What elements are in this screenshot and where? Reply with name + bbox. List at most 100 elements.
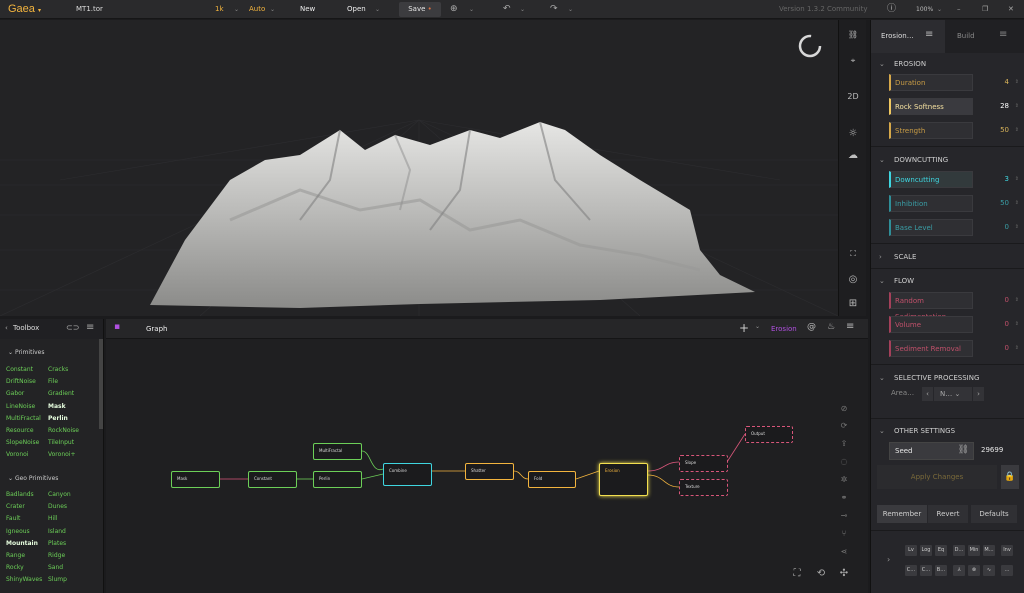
toolbox-item[interactable]: TileInput — [48, 439, 74, 446]
disable-icon[interactable]: ⊘ — [838, 403, 850, 415]
flame-icon[interactable]: ♨ — [827, 322, 835, 332]
add-node-icon[interactable]: + — [739, 321, 749, 335]
param-base-level[interactable]: Base Level 0 ⇕ — [889, 219, 1024, 237]
toolbox-item[interactable]: Constant — [6, 366, 33, 373]
chevron-down-icon[interactable]: ⌄ — [755, 323, 760, 330]
collapse-icon[interactable]: ‹ — [5, 324, 8, 332]
sun-icon[interactable]: ☼ — [844, 125, 862, 143]
section-downcutting[interactable]: ⌄ DOWNCUTTING — [871, 153, 1024, 167]
toolbox-item[interactable]: Fault — [6, 515, 20, 522]
settings-icon[interactable]: ✲ — [838, 474, 850, 486]
chevron-down-icon[interactable]: ⌄ — [270, 0, 275, 19]
open-button[interactable]: Open — [347, 0, 366, 19]
param-inhibition[interactable]: Inhibition 50 ⇕ — [889, 195, 1024, 213]
zoom-level[interactable]: 100% — [916, 0, 933, 19]
seed-field[interactable]: Seed ⛓ — [889, 442, 974, 460]
compass-icon[interactable]: ◎ — [844, 271, 862, 289]
toolbox-item[interactable]: LineNoise — [6, 403, 35, 410]
c2-button[interactable]: C… — [920, 565, 932, 576]
toolbox-item[interactable]: Crater — [6, 503, 25, 510]
app-logo[interactable]: Gaea ▾ — [8, 0, 41, 19]
geo-primitives-header[interactable]: ⌄ Geo Primitives — [8, 475, 58, 482]
save-button[interactable]: Save • — [399, 2, 441, 17]
param-duration[interactable]: Duration 4 ⇕ — [889, 74, 1024, 92]
toggle-icon[interactable]: ⊂⊃ — [66, 323, 79, 332]
area-select[interactable]: N… ⌄ — [934, 387, 972, 401]
toolbox-item[interactable]: File — [48, 378, 58, 385]
toolbox-item[interactable]: Voronoi — [6, 451, 28, 458]
refresh-icon[interactable]: ⟳ — [838, 420, 850, 432]
inv-button[interactable]: Inv — [1001, 545, 1013, 556]
menu-icon[interactable]: ≡ — [999, 29, 1007, 40]
node-output[interactable]: Output — [745, 426, 793, 443]
remember-button[interactable]: Remember — [877, 505, 927, 523]
toolbox-item[interactable]: Canyon — [48, 491, 71, 498]
sync-icon[interactable]: ⟲ — [815, 568, 827, 580]
param-volume[interactable]: Volume 0 ⇕ — [889, 316, 1024, 334]
toolbox-item[interactable]: Badlands — [6, 491, 34, 498]
redo-icon[interactable]: ↷ — [550, 0, 558, 19]
link-icon[interactable]: ⛓ — [844, 26, 862, 44]
b-button[interactable]: B… — [935, 565, 947, 576]
chevron-down-icon[interactable]: ⌄ — [234, 0, 239, 19]
export-icon[interactable]: ⇪ — [838, 438, 850, 450]
toolbox-item[interactable]: Cracks — [48, 366, 68, 373]
new-button[interactable]: New — [300, 0, 315, 19]
log-button[interactable]: Log — [920, 545, 932, 556]
curve-button[interactable]: ⅄ — [953, 565, 965, 576]
active-node-label[interactable]: Erosion — [771, 325, 797, 333]
toolbox-item[interactable]: Island — [48, 528, 66, 535]
toolbox-item[interactable]: Plates — [48, 540, 66, 547]
tab-build[interactable]: Build — [957, 32, 975, 40]
node-combine[interactable]: Combine — [383, 463, 432, 486]
tab-graph[interactable]: Graph — [146, 325, 167, 333]
link-icon[interactable]: ⛓ — [958, 445, 969, 455]
menu-icon[interactable]: ≡ — [846, 321, 854, 332]
toolbox-item[interactable]: Dunes — [48, 503, 67, 510]
menu-icon[interactable]: ≡ — [86, 322, 94, 333]
link-icon[interactable]: ⚭ — [838, 492, 850, 504]
param-rock-softness[interactable]: Rock Softness 28 ⇕ — [889, 98, 1024, 116]
primitives-header[interactable]: ⌄ Primitives — [8, 349, 44, 356]
resolution-select[interactable]: 1k — [215, 0, 224, 19]
close-icon[interactable]: ✕ — [1008, 0, 1014, 19]
toolbox-item[interactable]: SlopeNoise — [6, 439, 39, 446]
chevron-down-icon[interactable]: ⌄ — [520, 0, 525, 19]
toolbox-item[interactable]: Gabor — [6, 390, 24, 397]
node-mask[interactable]: Mask — [171, 471, 220, 488]
toolbox-item[interactable]: Rocky — [6, 564, 24, 571]
add-icon[interactable]: ⊕ — [450, 0, 458, 19]
toolbox-item[interactable]: Mask — [48, 403, 66, 410]
c1-button[interactable]: C… — [905, 565, 917, 576]
seed-value[interactable]: 29699 — [981, 446, 1003, 454]
toolbox-item[interactable]: DriftNoise — [6, 378, 36, 385]
chevron-down-icon[interactable]: ⌄ — [469, 0, 474, 19]
section-selective-processing[interactable]: ⌄ SELECTIVE PROCESSING — [871, 371, 1024, 385]
pin-icon[interactable]: ⌖ — [844, 52, 862, 70]
mix-button[interactable]: ⊗ — [968, 565, 980, 576]
toolbox-item[interactable]: Range — [6, 552, 25, 559]
scrollbar[interactable] — [99, 339, 103, 429]
chevron-down-icon[interactable]: ⌄ — [568, 0, 573, 19]
at-icon[interactable]: @ — [807, 322, 816, 332]
tab-erosion[interactable]: Erosion… ≡ — [871, 20, 945, 53]
node-shatter[interactable]: Shatter — [465, 463, 514, 480]
param-sediment-removal[interactable]: Sediment Removal 0 ⇕ — [889, 340, 1024, 358]
node-erosion[interactable]: Erosion — [599, 463, 648, 496]
chevron-down-icon[interactable]: ⌄ — [937, 0, 942, 19]
section-erosion[interactable]: ⌄ EROSION — [871, 57, 1024, 71]
toolbox-item[interactable]: Sand — [48, 564, 63, 571]
toolbox-item[interactable]: Hill — [48, 515, 58, 522]
param-random-sedimentation[interactable]: Random Sedimentation0⇕ — [889, 292, 1024, 321]
more-button[interactable]: … — [1001, 565, 1013, 576]
fit-view-icon[interactable]: ⛶ — [791, 568, 803, 580]
view-2d-button[interactable]: 2D — [844, 88, 862, 106]
toolbox-item[interactable]: Perlin — [48, 415, 68, 422]
expand-arrow-icon[interactable]: › — [887, 555, 890, 564]
restore-icon[interactable]: ❐ — [982, 0, 988, 19]
section-scale[interactable]: › SCALE — [871, 250, 1024, 264]
toolbox-item[interactable]: Gradient — [48, 390, 74, 397]
frame-icon[interactable]: ⛶ — [844, 245, 862, 263]
grid-icon[interactable]: ⊞ — [844, 295, 862, 313]
lv-button[interactable]: Lv — [905, 545, 917, 556]
